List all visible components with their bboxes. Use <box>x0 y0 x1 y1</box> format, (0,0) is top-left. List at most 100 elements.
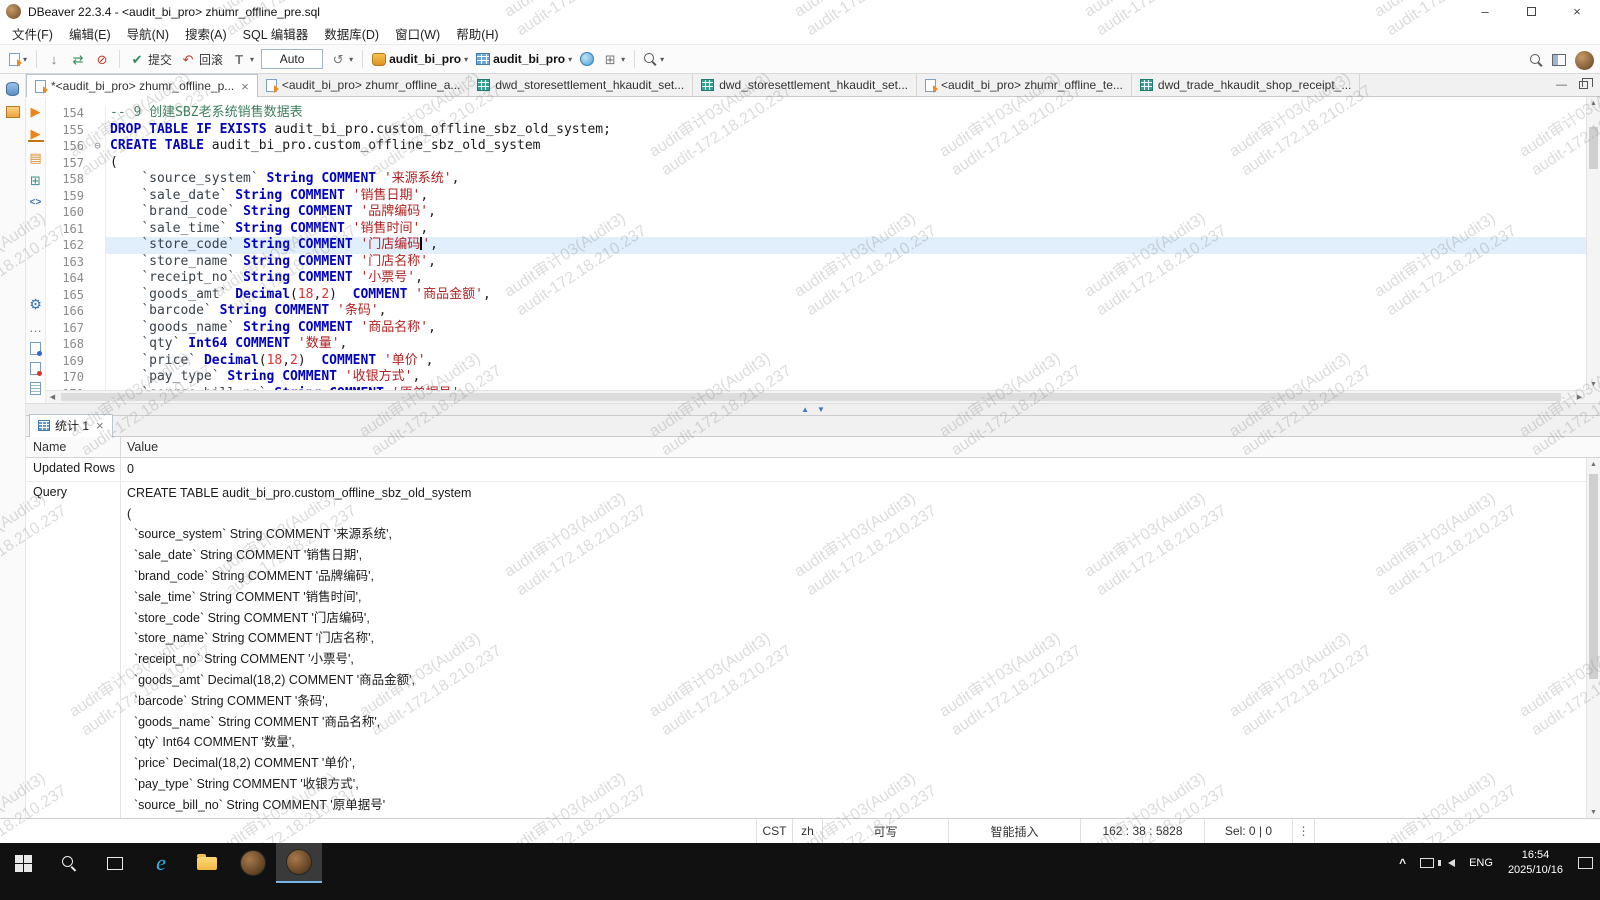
commit-mode-combo[interactable]: Auto <box>261 49 323 69</box>
menu-item[interactable]: 编辑(E) <box>61 22 119 45</box>
search-icon[interactable] <box>1530 54 1543 67</box>
close-window-icon[interactable]: × <box>1554 0 1600 23</box>
explain-plan-icon[interactable]: ▤ <box>28 149 44 165</box>
scroll-right-icon[interactable]: ▶ <box>1573 391 1586 403</box>
editor-horizontal-scrollbar[interactable]: ◀ ▶ <box>46 390 1586 403</box>
taskbar-dbeaver-button[interactable] <box>230 843 276 883</box>
statusbar-overflow-icon[interactable]: ⋮ <box>1292 819 1314 843</box>
column-header-value[interactable]: Value <box>121 437 1600 457</box>
code-line[interactable]: 161 `sale_time` String COMMENT '销售时间', <box>46 221 1586 238</box>
editor-tab[interactable]: dwd_storesettlement_hkaudit_set... <box>469 74 693 96</box>
toolbar-search-button[interactable]: ▾ <box>640 50 668 69</box>
task-view-button[interactable] <box>92 843 138 883</box>
scroll-left-icon[interactable]: ◀ <box>46 391 59 403</box>
minimize-window-icon[interactable]: – <box>1462 0 1508 23</box>
fold-marker-icon[interactable]: ⊖ <box>90 138 106 155</box>
database-selector[interactable]: audit_bi_pro▾ <box>368 49 472 69</box>
menu-item[interactable]: 导航(N) <box>119 22 177 45</box>
statistics-tab[interactable]: 统计 1 × <box>29 414 113 437</box>
tray-speaker-icon[interactable] <box>1441 843 1462 883</box>
error-log-icon[interactable] <box>30 362 41 375</box>
code-line[interactable]: 158 `source_system` String COMMENT '来源系统… <box>46 171 1586 188</box>
taskbar-ie-button[interactable]: e <box>138 843 184 883</box>
caret-position-indicator[interactable]: 162 : 38 : 5828 <box>1080 819 1204 843</box>
editor-tab[interactable]: <audit_bi_pro> zhumr_offline_a... <box>258 74 470 96</box>
commit-button[interactable]: ✔提交 <box>125 48 176 71</box>
editor-tab[interactable]: dwd_trade_hkaudit_shop_receipt_... <box>1132 74 1360 96</box>
menu-item[interactable]: 帮助(H) <box>448 22 506 45</box>
locale-indicator[interactable]: zh <box>792 819 822 843</box>
code-line[interactable]: 162 `store_code` String COMMENT '门店编码', <box>46 237 1586 254</box>
code-line[interactable]: 167 `goods_name` String COMMENT '商品名称', <box>46 320 1586 337</box>
scrollbar-thumb[interactable] <box>1589 474 1598 679</box>
settings-gear-icon[interactable]: ⚙ <box>28 296 44 312</box>
taskbar-search-button[interactable] <box>46 843 92 883</box>
menu-item[interactable]: 搜索(A) <box>177 22 235 45</box>
sql-template-icon[interactable]: <> <box>28 195 44 211</box>
stats-row[interactable]: Updated Rows0 <box>26 458 1586 482</box>
menu-item[interactable]: SQL 编辑器 <box>235 22 317 45</box>
code-line[interactable]: 170 `pay_type` String COMMENT '收银方式', <box>46 369 1586 386</box>
execute-statement-icon[interactable]: ▶ <box>28 103 44 119</box>
reconnect-button[interactable]: ⇄ <box>66 48 90 70</box>
code-line[interactable]: 156⊖CREATE TABLE audit_bi_pro.custom_off… <box>46 138 1586 155</box>
output-view-icon[interactable] <box>30 342 41 355</box>
code-line[interactable]: 168 `qty` Int64 COMMENT '数量', <box>46 336 1586 353</box>
project-explorer-icon[interactable] <box>6 106 20 118</box>
maximize-window-icon[interactable] <box>1508 0 1554 23</box>
menu-item[interactable]: 数据库(D) <box>316 22 387 45</box>
code-line[interactable]: 155DROP TABLE IF EXISTS audit_bi_pro.cus… <box>46 122 1586 139</box>
cancel-execution-button[interactable]: ⊘ <box>90 48 114 70</box>
taskbar-clock[interactable]: 16:54 2025/10/16 <box>1500 848 1571 878</box>
overflow-menu-icon[interactable]: … <box>28 319 44 335</box>
menu-item[interactable]: 窗口(W) <box>387 22 448 45</box>
schema-selector[interactable]: audit_bi_pro▾ <box>472 49 576 69</box>
tray-expand-icon[interactable]: ^ <box>1392 843 1413 883</box>
scroll-down-icon[interactable]: ▼ <box>1587 806 1600 818</box>
notification-center-icon[interactable] <box>1571 843 1600 883</box>
close-tab-icon[interactable]: × <box>96 418 104 433</box>
close-tab-icon[interactable]: × <box>241 79 249 94</box>
selection-indicator[interactable]: Sel: 0 | 0 <box>1204 819 1292 843</box>
results-vertical-scrollbar[interactable]: ▲ ▼ <box>1586 458 1600 818</box>
tray-language-indicator[interactable]: ENG <box>1462 843 1500 883</box>
code-line[interactable]: 157( <box>46 155 1586 172</box>
database-navigator-icon[interactable] <box>6 82 19 96</box>
connection-type-button[interactable] <box>576 49 598 69</box>
scroll-up-icon[interactable]: ▲ <box>1587 458 1600 470</box>
column-header-name[interactable]: Name <box>26 437 121 457</box>
new-sql-editor-button[interactable]: ▾ <box>5 50 31 69</box>
stats-row[interactable]: QueryCREATE TABLE audit_bi_pro.custom_of… <box>26 482 1586 818</box>
code-line[interactable]: 159 `sale_date` String COMMENT '销售日期', <box>46 188 1586 205</box>
collapse-up-icon[interactable]: ▲ <box>801 406 809 414</box>
rollback-button[interactable]: ↶回滚 <box>176 48 227 71</box>
query-log-icon[interactable] <box>30 382 41 395</box>
tray-monitor-icon[interactable] <box>1413 843 1441 883</box>
taskbar-explorer-button[interactable] <box>184 843 230 883</box>
timezone-indicator[interactable]: CST <box>756 819 792 843</box>
menu-item[interactable]: 文件(F) <box>4 22 61 45</box>
code-line[interactable]: 169 `price` Decimal(18,2) COMMENT '单价', <box>46 353 1586 370</box>
scroll-down-icon[interactable]: ▼ <box>1587 378 1600 390</box>
maximize-view-icon[interactable] <box>1579 81 1588 89</box>
scrollbar-thumb[interactable] <box>61 393 1561 401</box>
panel-splitter[interactable]: ▲ ▼ <box>26 403 1600 416</box>
transaction-log-button[interactable]: ↺▾ <box>326 48 357 70</box>
export-data-icon[interactable]: ⊞ <box>28 172 44 188</box>
collapse-down-icon[interactable]: ▼ <box>817 406 825 414</box>
code-line[interactable]: 165 `goods_amt` Decimal(18,2) COMMENT '商… <box>46 287 1586 304</box>
editor-tab[interactable]: <audit_bi_pro> zhumr_offline_te... <box>917 74 1132 96</box>
start-button[interactable] <box>0 843 46 883</box>
minimize-view-icon[interactable]: — <box>1556 79 1567 91</box>
grid-settings-button[interactable]: ⊞▾ <box>598 48 629 70</box>
code-line[interactable]: 166 `barcode` String COMMENT '条码', <box>46 303 1586 320</box>
writable-indicator[interactable]: 可写 <box>822 819 948 843</box>
insert-mode-indicator[interactable]: 智能插入 <box>948 819 1080 843</box>
editor-vertical-scrollbar[interactable]: ▲ ▼ <box>1586 97 1600 390</box>
editor-tab[interactable]: dwd_storesettlement_hkaudit_set... <box>693 74 917 96</box>
execute-script-icon[interactable]: ▶ <box>28 126 44 142</box>
taskbar-dbeaver-active-button[interactable] <box>276 843 322 883</box>
code-line[interactable]: 154-- 9 创建SBZ老系统销售数据表 <box>46 105 1586 122</box>
code-line[interactable]: 160 `brand_code` String COMMENT '品牌编码', <box>46 204 1586 221</box>
scroll-up-icon[interactable]: ▲ <box>1587 97 1600 109</box>
